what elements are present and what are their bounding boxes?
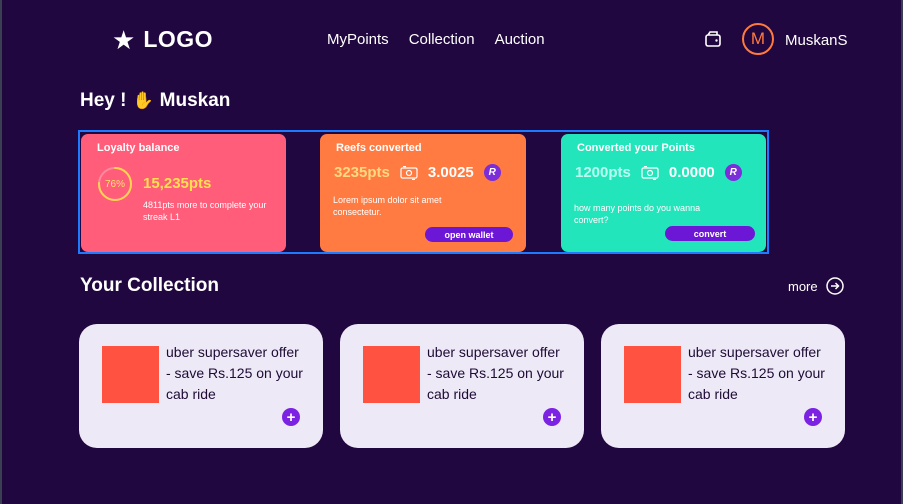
open-wallet-button[interactable]: open wallet: [425, 227, 513, 242]
convert-metric: 1200pts 0.0000 R: [575, 164, 742, 181]
star-icon: ★: [112, 24, 136, 55]
reefs-title: Reefs converted: [336, 142, 422, 154]
convert-points: 1200pts: [575, 164, 631, 181]
collection-item[interactable]: uber supersaver offer - save Rs.125 on y…: [601, 324, 845, 448]
loyalty-note: 4811pts more to complete your streak L1: [143, 200, 267, 222]
reefs-description: Lorem ipsum dolor sit amet consectetur.: [333, 195, 442, 217]
swap-icon: [400, 165, 418, 180]
swap-icon: [641, 165, 659, 180]
reefs-card: Reefs converted 3235pts 3.0025 R Lorem i…: [320, 134, 526, 252]
plus-icon[interactable]: +: [543, 408, 561, 426]
reefs-points: 3235pts: [334, 164, 390, 181]
token-icon: R: [724, 164, 742, 181]
offer-thumbnail: [363, 346, 420, 403]
greeting-text: Hey !: [80, 90, 127, 111]
offer-thumbnail: [102, 346, 159, 403]
progress-percent: 76%: [104, 178, 125, 190]
convert-card: Converted your Points 1200pts 0.0000 R h…: [561, 134, 766, 252]
collection-item[interactable]: uber supersaver offer - save Rs.125 on y…: [340, 324, 584, 448]
arrow-right-circle-icon: [825, 277, 844, 295]
nav-item-collection[interactable]: Collection: [409, 31, 475, 48]
offer-text: uber supersaver offer - save Rs.125 on y…: [688, 344, 825, 402]
convert-question: how many points do you wanna convert?: [574, 203, 701, 225]
nav-item-mypoints[interactable]: MyPoints: [327, 31, 389, 48]
loyalty-title: Loyalty balance: [97, 142, 180, 154]
reefs-token-value: 3.0025: [427, 164, 474, 181]
nav-item-auction[interactable]: Auction: [495, 31, 545, 48]
greeting: Hey ! ✋ Muskan: [80, 90, 230, 112]
more-label: more: [788, 278, 818, 294]
loyalty-points: 15,235pts: [143, 175, 212, 192]
plus-icon[interactable]: +: [804, 408, 822, 426]
reefs-metric: 3235pts 3.0025 R: [334, 164, 501, 181]
convert-token-value: 0.0000: [668, 164, 715, 181]
username[interactable]: MuskanS: [785, 32, 848, 49]
convert-title: Converted your Points: [577, 142, 695, 154]
loyalty-card: Loyalty balance 76% 15,235pts 4811pts mo…: [81, 134, 286, 252]
wave-hand-icon: ✋: [132, 91, 154, 110]
plus-icon[interactable]: +: [282, 408, 300, 426]
avatar[interactable]: M: [742, 23, 774, 55]
collection-title: Your Collection: [80, 275, 219, 296]
offer-thumbnail: [624, 346, 681, 403]
logo[interactable]: ★ LOGO: [112, 26, 213, 53]
greeting-name: Muskan: [159, 90, 231, 111]
convert-button[interactable]: convert: [665, 226, 755, 241]
main-nav: MyPoints Collection Auction: [327, 31, 545, 48]
wallet-icon[interactable]: [704, 30, 722, 48]
more-link[interactable]: more: [788, 277, 844, 295]
offer-text: uber supersaver offer - save Rs.125 on y…: [166, 344, 303, 402]
collection-item[interactable]: uber supersaver offer - save Rs.125 on y…: [79, 324, 323, 448]
logo-text: LOGO: [143, 26, 214, 52]
offer-text: uber supersaver offer - save Rs.125 on y…: [427, 344, 564, 402]
token-icon: R: [483, 164, 501, 181]
